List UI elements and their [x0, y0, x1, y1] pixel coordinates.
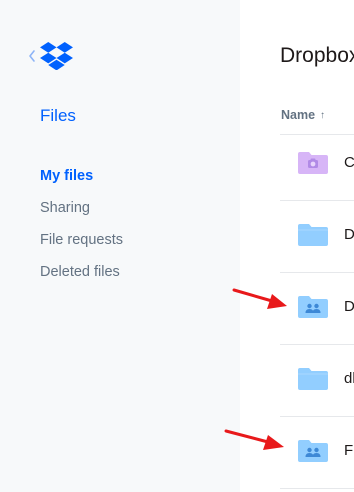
file-name: C	[344, 154, 354, 171]
app-window: Files My files Sharing File requests Del…	[0, 0, 354, 492]
folder-icon	[298, 368, 328, 390]
sidebar-nav: My files Sharing File requests Deleted f…	[40, 166, 123, 294]
file-name: D	[344, 298, 354, 315]
camera-uploads-folder-icon	[298, 152, 328, 174]
file-name: D	[344, 226, 354, 243]
chevron-left-icon[interactable]	[27, 48, 37, 64]
sort-ascending-icon: ↑	[320, 110, 326, 121]
name-column-header[interactable]: Name ↑	[281, 108, 325, 122]
file-row[interactable]: D	[280, 200, 354, 273]
file-row[interactable]: D	[280, 272, 354, 345]
sidebar-item-file-requests[interactable]: File requests	[40, 230, 123, 262]
file-row[interactable]: dl	[280, 344, 354, 417]
file-name: F	[344, 442, 354, 459]
sidebar: Files My files Sharing File requests Del…	[0, 0, 240, 492]
name-column-label: Name	[281, 108, 316, 122]
shared-folder-icon	[298, 296, 328, 318]
file-row[interactable]: C	[280, 128, 354, 201]
sidebar-item-my-files[interactable]: My files	[40, 166, 123, 198]
sidebar-item-sharing[interactable]: Sharing	[40, 198, 123, 230]
sidebar-item-deleted-files[interactable]: Deleted files	[40, 262, 123, 294]
shared-folder-icon	[298, 440, 328, 462]
dropbox-logo-icon[interactable]	[40, 42, 73, 70]
folder-icon	[298, 224, 328, 246]
file-name: dl	[344, 370, 354, 387]
page-title: Dropbox	[280, 44, 354, 67]
sidebar-section-files[interactable]: Files	[40, 106, 76, 126]
main-content: Dropbox Name ↑ C D D d F	[240, 0, 354, 492]
file-row[interactable]: F	[280, 416, 354, 489]
